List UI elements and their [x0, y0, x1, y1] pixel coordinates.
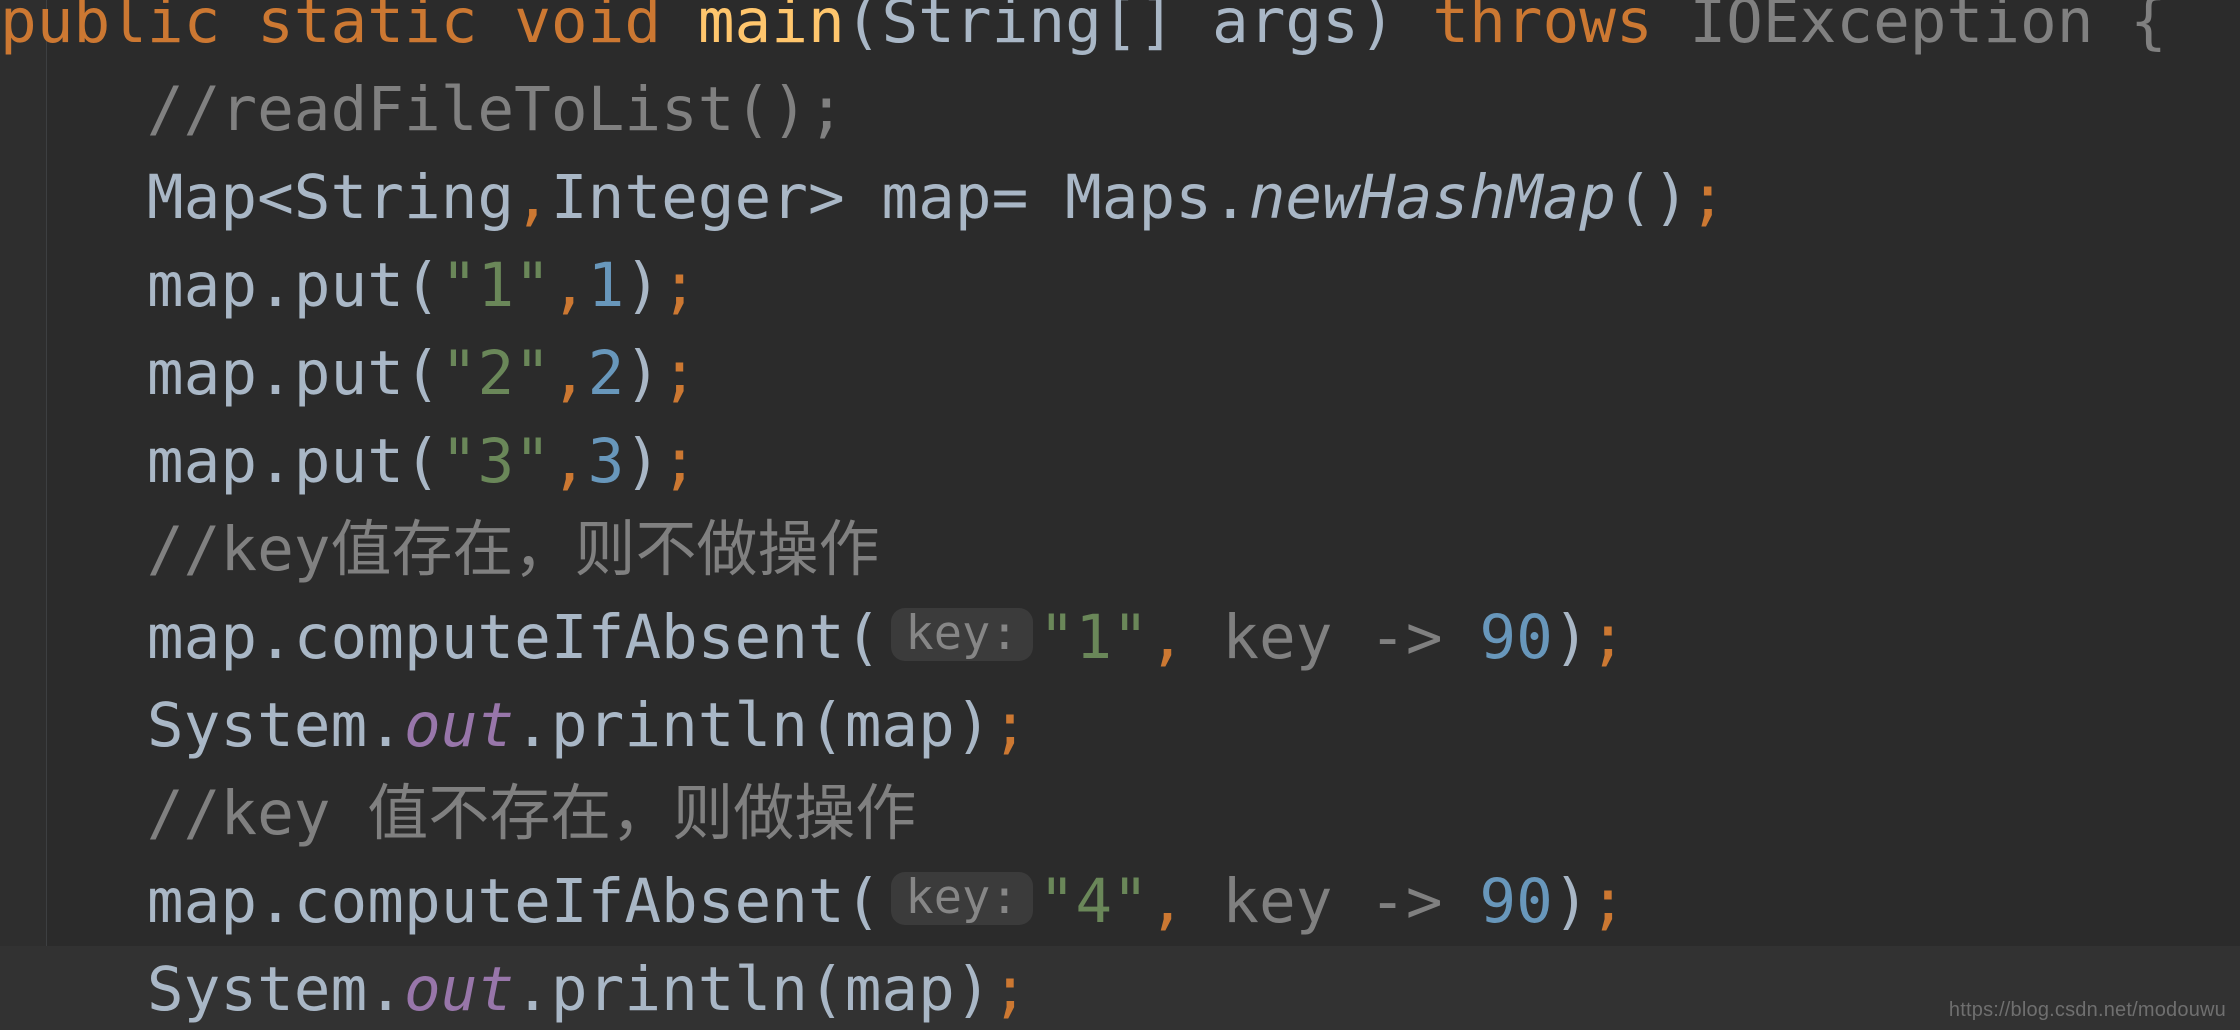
code-token: "3" — [440, 426, 551, 497]
code-token: 90 — [1479, 866, 1553, 937]
code-token: //readFileToList(); — [146, 74, 845, 145]
parameter-hint-chip: key: — [891, 608, 1033, 661]
code-token: , — [514, 162, 551, 233]
code-token: "2" — [440, 338, 551, 409]
line-println-2[interactable]: System.out.println(map); — [0, 946, 2240, 1030]
code-token: -> — [1369, 866, 1443, 937]
line-map-put-1[interactable]: map.put("1",1); — [0, 242, 2240, 330]
code-token: map.computeIfAbsent( — [146, 866, 882, 937]
code-token: ; — [1589, 866, 1627, 937]
code-token: , — [1148, 602, 1186, 673]
code-token: (String[] args) — [844, 0, 1433, 57]
code-token: ; — [1689, 162, 1727, 233]
line-map-put-2[interactable]: map.put("2",2); — [0, 330, 2240, 418]
line-map-put-3[interactable]: map.put("3",3); — [0, 418, 2240, 506]
code-token: System. — [146, 690, 404, 761]
code-token: //key 值不存在，则做操作 — [146, 778, 917, 849]
code-token: key — [1222, 602, 1333, 673]
line-computeifabsent-1[interactable]: map.computeIfAbsent(key: "1", key -> 90); — [0, 594, 2240, 682]
code-token: Integer> map= Maps. — [550, 162, 1249, 233]
code-token: throws — [1432, 0, 1653, 57]
code-token: main — [697, 0, 845, 57]
code-token: ; — [661, 338, 698, 409]
code-token: ; — [991, 690, 1029, 761]
code-token: map.computeIfAbsent( — [146, 602, 882, 673]
code-token: .println(map) — [514, 954, 992, 1025]
code-token: 90 — [1479, 602, 1553, 673]
watermark-url: https://blog.csdn.net/modouwu — [1948, 999, 2226, 1021]
code-token: "1" — [1038, 602, 1149, 673]
code-token: "4" — [1038, 866, 1149, 937]
line-comment-key-not-exists[interactable]: //key 值不存在，则做操作 — [0, 770, 2240, 858]
code-token: map.put( — [146, 250, 441, 321]
code-token: ; — [661, 426, 698, 497]
code-token: , — [550, 250, 588, 321]
code-token: 1 — [587, 250, 625, 321]
code-token: ; — [661, 250, 698, 321]
line-comment-readfiletolist[interactable]: //readFileToList(); — [0, 66, 2240, 154]
code-token: IOException — [1689, 0, 2094, 57]
code-token: Map<String — [146, 162, 515, 233]
code-token: ) — [1552, 602, 1590, 673]
code-token: .println(map) — [514, 690, 992, 761]
code-token: ) — [624, 338, 662, 409]
code-token: -> — [1369, 602, 1443, 673]
line-comment-key-exists[interactable]: //key值存在，则不做操作 — [0, 506, 2240, 594]
code-token: "1" — [440, 250, 551, 321]
line-map-declaration[interactable]: Map<String,Integer> map= Maps.newHashMap… — [0, 154, 2240, 242]
code-token: , — [550, 338, 588, 409]
line-println-1[interactable]: System.out.println(map); — [0, 682, 2240, 770]
code-token: ) — [624, 426, 662, 497]
code-lines-container[interactable]: public static void main(String[] args) t… — [0, 0, 2240, 1030]
line-method-signature[interactable]: public static void main(String[] args) t… — [0, 0, 2240, 66]
code-token: out — [403, 690, 515, 761]
code-token: //key值存在，则不做操作 — [146, 514, 880, 585]
line-computeifabsent-2[interactable]: map.computeIfAbsent(key: "4", key -> 90); — [0, 858, 2240, 946]
code-token: , — [1148, 866, 1186, 937]
code-token: System. — [146, 954, 404, 1025]
code-token: ; — [1589, 602, 1627, 673]
code-editor[interactable]: public static void main(String[] args) t… — [0, 0, 2240, 1030]
code-token: , — [550, 426, 588, 497]
code-token: map.put( — [146, 426, 441, 497]
code-token: 3 — [587, 426, 625, 497]
code-token: () — [1615, 162, 1690, 233]
code-token: newHashMap — [1248, 162, 1616, 233]
code-token: out — [403, 954, 515, 1025]
code-token: void — [514, 0, 662, 57]
code-token: public — [0, 0, 221, 57]
code-token: ) — [624, 250, 662, 321]
code-token: ) — [1552, 866, 1590, 937]
code-token: static — [257, 0, 478, 57]
code-token: { — [2130, 0, 2167, 57]
parameter-hint-chip: key: — [891, 872, 1033, 925]
code-token: 2 — [587, 338, 625, 409]
code-token: ; — [991, 954, 1029, 1025]
code-token: map.put( — [146, 338, 441, 409]
code-token: key — [1222, 866, 1333, 937]
